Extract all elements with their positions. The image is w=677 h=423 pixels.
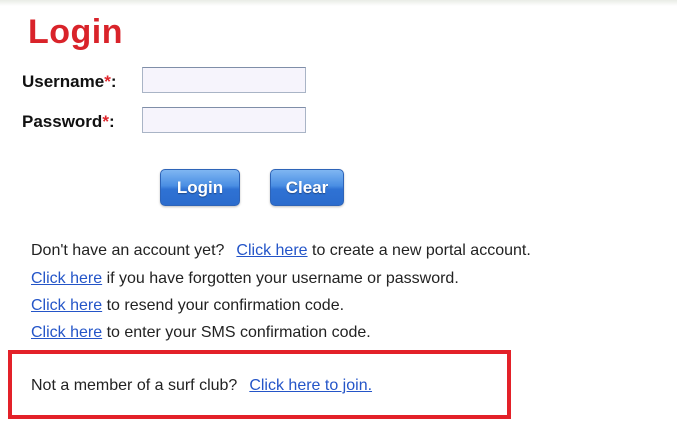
- join-club-link[interactable]: Click here to join.: [249, 377, 372, 394]
- username-label: Username*:: [22, 71, 117, 93]
- required-marker: *: [102, 112, 109, 131]
- forgot-credentials-text: if you have forgotten your username or p…: [102, 270, 459, 287]
- create-account-link[interactable]: Click here: [236, 242, 307, 259]
- username-label-text: Username: [22, 72, 105, 91]
- password-label-text: Password: [22, 112, 103, 131]
- create-account-text: to create a new portal account.: [307, 242, 531, 259]
- forgot-credentials-line: Click here if you have forgotten your us…: [31, 269, 459, 289]
- label-colon: :: [110, 72, 117, 91]
- sms-code-line: Click here to enter your SMS confirmatio…: [31, 323, 371, 343]
- clear-button[interactable]: Clear: [270, 169, 344, 206]
- resend-code-link[interactable]: Click here: [31, 297, 102, 314]
- resend-code-text: to resend your confirmation code.: [102, 297, 345, 314]
- sms-code-link[interactable]: Click here: [31, 324, 102, 341]
- password-input[interactable]: [142, 107, 306, 133]
- username-input[interactable]: [142, 67, 306, 93]
- sms-code-text: to enter your SMS confirmation code.: [102, 324, 371, 341]
- join-club-prompt: Not a member of a surf club?: [31, 377, 238, 394]
- login-button[interactable]: Login: [160, 169, 240, 206]
- join-club-line: Not a member of a surf club? Click here t…: [31, 376, 372, 396]
- password-label: Password*:: [22, 111, 115, 133]
- label-colon: :: [108, 112, 115, 131]
- create-account-prompt: Don't have an account yet?: [31, 242, 225, 259]
- required-marker: *: [104, 72, 111, 91]
- resend-code-line: Click here to resend your confirmation c…: [31, 296, 344, 316]
- create-account-line: Don't have an account yet? Click here to …: [31, 241, 531, 261]
- forgot-credentials-link[interactable]: Click here: [31, 270, 102, 287]
- top-banner-strip: [0, 0, 677, 6]
- page-title: Login: [28, 13, 124, 51]
